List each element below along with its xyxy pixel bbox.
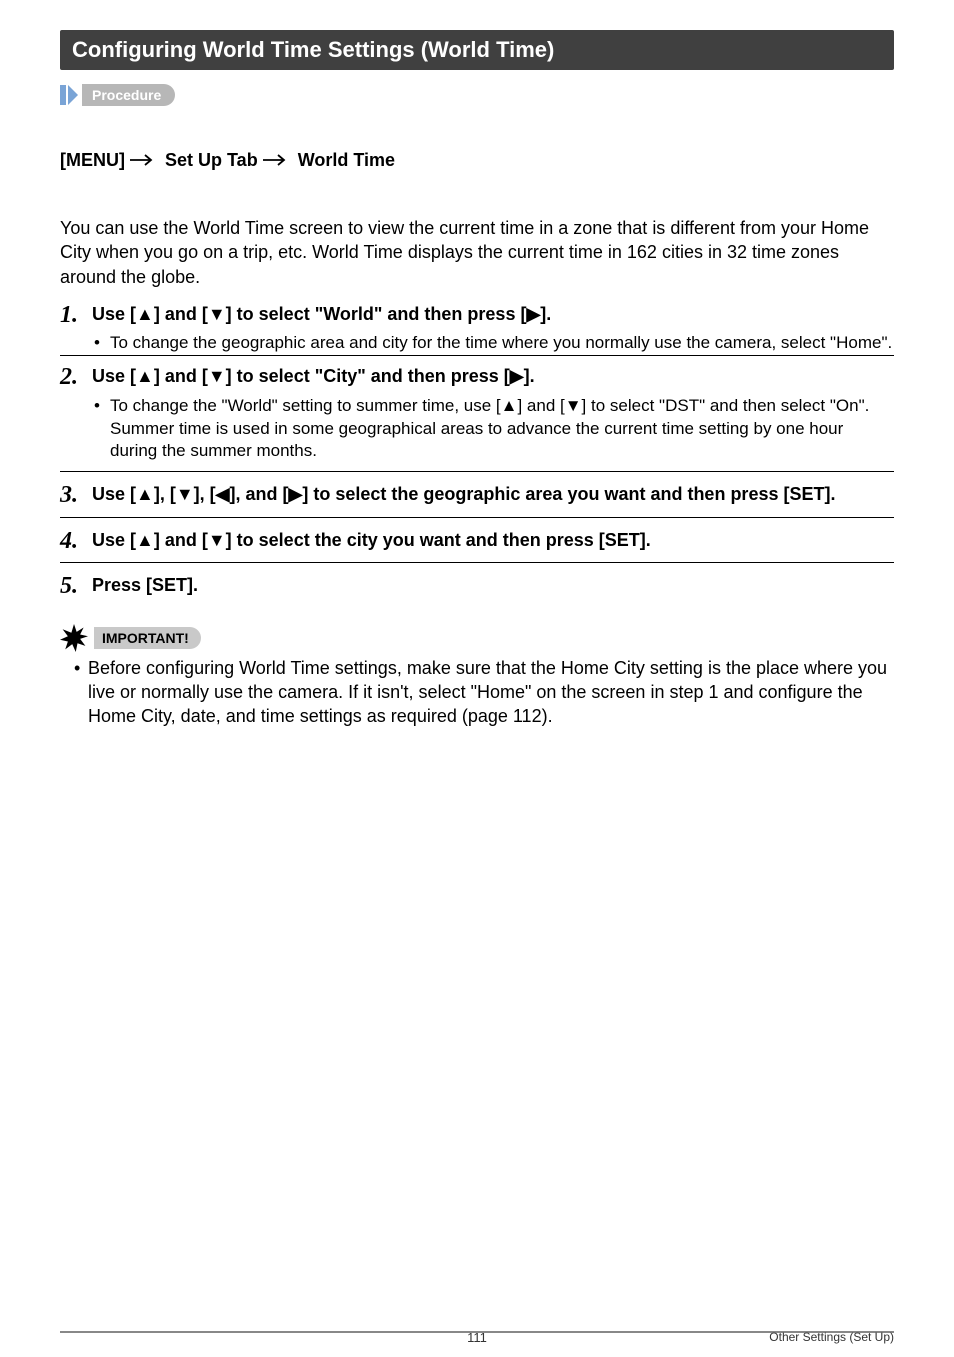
burst-icon (60, 624, 88, 652)
right-triangle-icon: ▶ (289, 484, 303, 504)
right-triangle-icon: ▶ (510, 366, 524, 386)
procedure-bar-icon (60, 85, 66, 105)
up-triangle-icon: ▲ (136, 366, 154, 386)
t: Use [ (92, 530, 136, 550)
t: Press [SET]. (92, 575, 198, 595)
down-triangle-icon: ▼ (208, 304, 226, 324)
bullet-item: To change the geographic area and city f… (94, 332, 894, 355)
t: ], [ (154, 484, 176, 504)
procedure-arrow-icon (68, 85, 78, 105)
procedure-badge: Procedure (60, 84, 894, 106)
step-title: Use [▲], [▼], [◀], and [▶] to select the… (92, 482, 894, 506)
important-note: Before configuring World Time settings, … (74, 656, 894, 729)
t: ], and [ (230, 484, 289, 504)
step-block: 4. Use [▲] and [▼] to select the city yo… (60, 528, 894, 563)
t: Use [ (92, 304, 136, 324)
step-block: 1. Use [▲] and [▼] to select "World" and… (60, 301, 894, 355)
step-number: 5. (60, 573, 84, 599)
t: ] and [ (154, 530, 208, 550)
step-bullets: To change the geographic area and city f… (94, 332, 894, 355)
down-triangle-icon: ▼ (208, 530, 226, 550)
t: ] to select "World" and then press [ (226, 304, 527, 324)
important-note-list: Before configuring World Time settings, … (60, 656, 894, 729)
step-title: Use [▲] and [▼] to select the city you w… (92, 528, 894, 552)
down-triangle-icon: ▼ (208, 366, 226, 386)
t: ], [ (194, 484, 216, 504)
step-title: Use [▲] and [▼] to select "World" and th… (92, 302, 894, 326)
t: Use [ (92, 484, 136, 504)
step-title: Use [▲] and [▼] to select "City" and the… (92, 364, 894, 388)
right-triangle-icon: ▶ (526, 304, 540, 324)
page-number: 111 (467, 1330, 487, 1345)
menu-path: [MENU] Set Up Tab World Time (60, 112, 894, 208)
page-footer: 111 Other Settings (Set Up) (60, 1331, 894, 1337)
t: ]. (524, 366, 535, 386)
up-triangle-icon: ▲ (136, 304, 154, 324)
bullet-item: To change the "World" setting to summer … (94, 395, 894, 464)
step-bullets: To change the "World" setting to summer … (94, 395, 894, 464)
procedure-label: Procedure (82, 84, 175, 106)
t: ] and [ (154, 304, 208, 324)
t: ] to select the geographic area you want… (302, 484, 835, 504)
step-block: 5. Press [SET]. (60, 573, 894, 607)
step-block: 3. Use [▲], [▼], [◀], and [▶] to select … (60, 482, 894, 517)
t: ] and [ (154, 366, 208, 386)
arrow-right-icon (263, 112, 293, 208)
menu-path-part-2: Set Up Tab (160, 150, 263, 171)
section-header: Configuring World Time Settings (World T… (60, 30, 894, 70)
step-title: Press [SET]. (92, 573, 894, 597)
up-triangle-icon: ▲ (136, 530, 154, 550)
menu-path-part-1: [MENU] (60, 150, 130, 171)
intro-text: You can use the World Time screen to vie… (60, 216, 894, 289)
menu-path-part-3: World Time (293, 150, 395, 171)
important-label: IMPORTANT! (94, 627, 201, 649)
step-number: 4. (60, 528, 84, 554)
step-number: 1. (60, 302, 84, 328)
up-triangle-icon: ▲ (136, 484, 154, 504)
t: ] to select "City" and then press [ (226, 366, 510, 386)
t: Use [ (92, 366, 136, 386)
t: ] to select the city you want and then p… (226, 530, 651, 550)
t: ]. (540, 304, 551, 324)
footer-section: Other Settings (Set Up) (769, 1330, 894, 1344)
step-number: 2. (60, 364, 84, 390)
down-triangle-icon: ▼ (176, 484, 194, 504)
step-number: 3. (60, 482, 84, 508)
important-badge: IMPORTANT! (60, 624, 894, 652)
left-triangle-icon: ◀ (216, 484, 230, 504)
arrow-right-icon (130, 112, 160, 208)
step-block: 2. Use [▲] and [▼] to select "City" and … (60, 355, 894, 472)
